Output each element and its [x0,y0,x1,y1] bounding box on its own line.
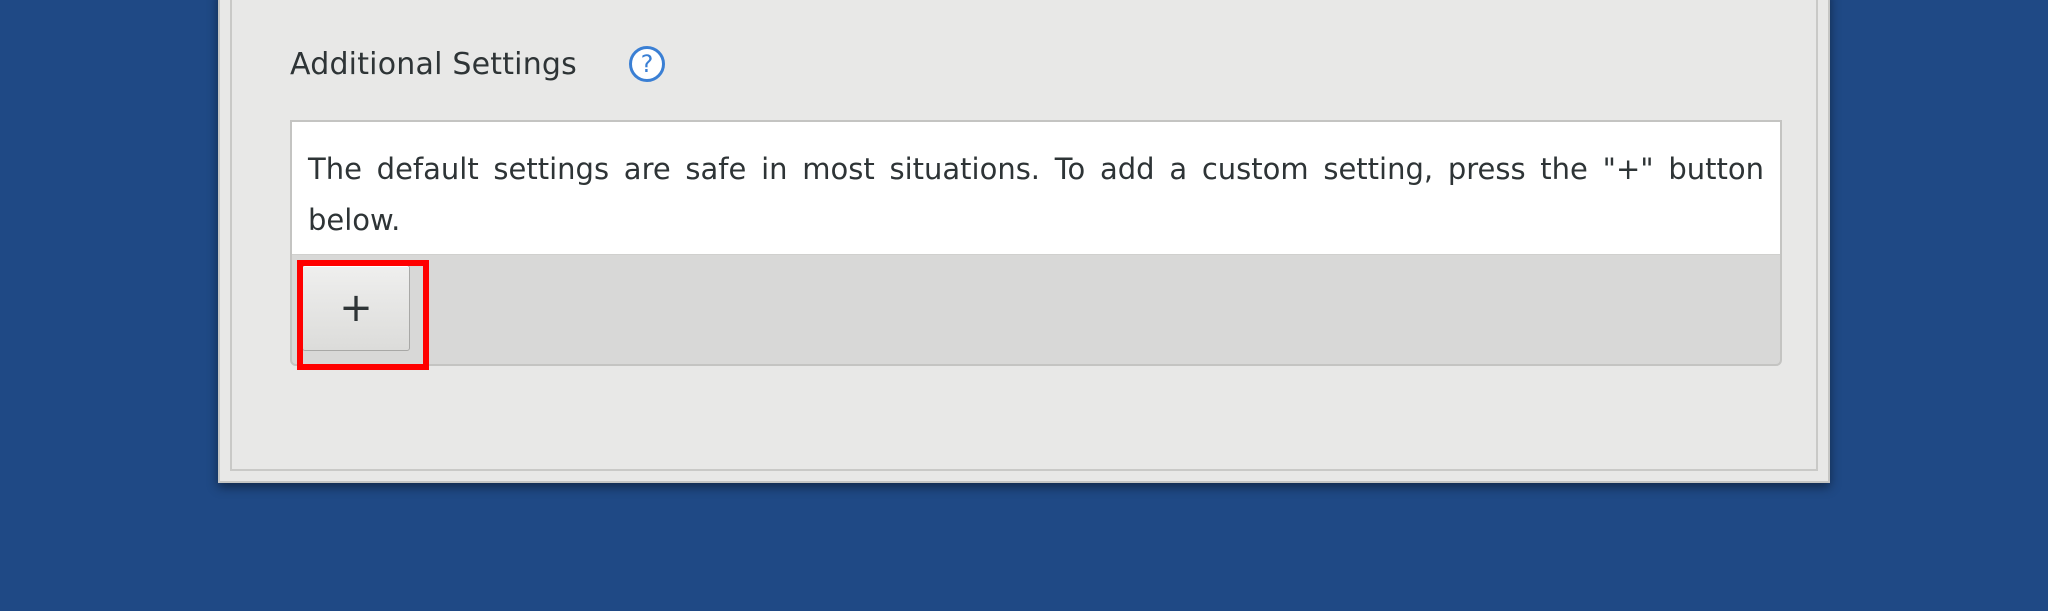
add-setting-button[interactable]: + [297,260,429,370]
settings-info-area: The default settings are safe in most si… [292,122,1780,255]
settings-info-text: The default settings are safe in most si… [308,152,1764,237]
help-icon[interactable]: ? [628,46,665,82]
additional-settings-header: Additional Settings ? [290,42,665,86]
additional-settings-box: The default settings are safe in most si… [290,120,1782,370]
add-button-label: + [339,285,373,331]
help-icon-glyph: ? [640,50,654,78]
section-title: Additional Settings [290,46,577,82]
settings-dialog: Additional Settings ? The default settin… [218,0,1830,483]
desktop-background: Additional Settings ? The default settin… [0,0,2048,611]
settings-toolbar: + [292,255,1780,370]
dialog-content-frame: Additional Settings ? The default settin… [230,0,1818,471]
